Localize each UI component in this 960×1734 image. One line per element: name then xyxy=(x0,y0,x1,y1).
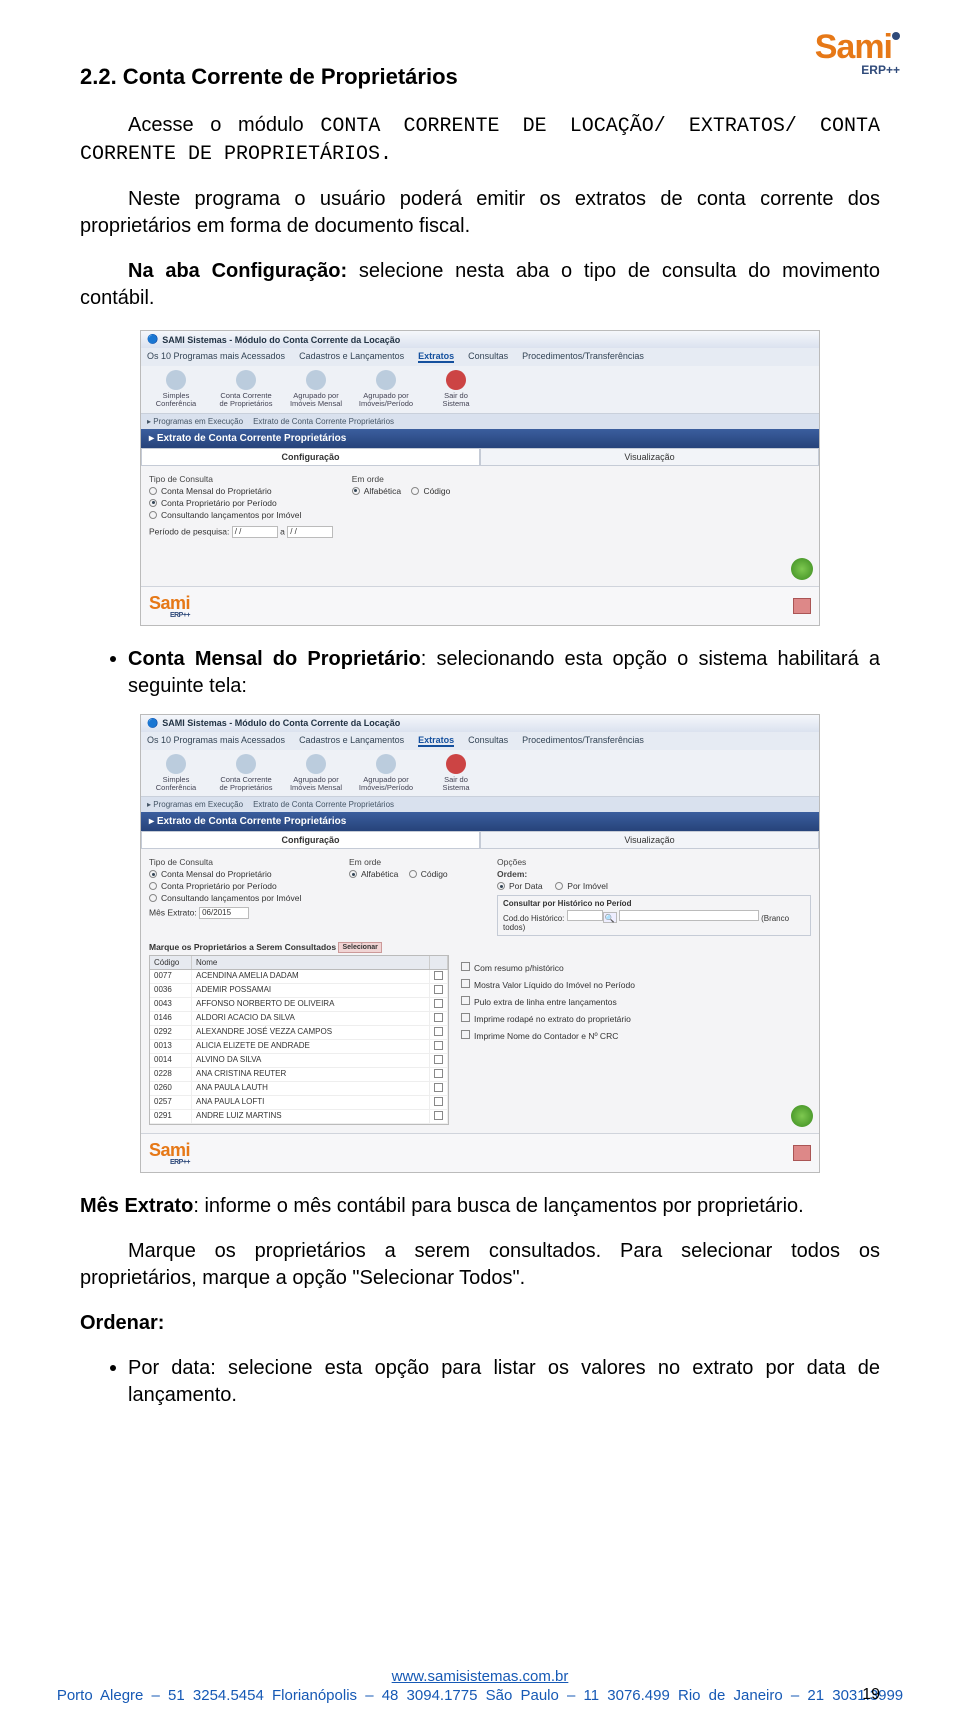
bullet-1: Conta Mensal do Proprietário: selecionan… xyxy=(110,646,880,700)
panel-title: ▸ Extrato de Conta Corrente Proprietário… xyxy=(141,429,819,448)
exec-tabs: ▸ Programas em Execução Extrato de Conta… xyxy=(141,414,819,429)
footer-link[interactable]: www.samisistemas.com.br xyxy=(392,1668,569,1685)
screenshot-2: 🔵SAMI Sistemas - Módulo do Conta Corrent… xyxy=(140,714,820,1174)
paragraph-3: Na aba Configuração: selecione nesta aba… xyxy=(80,258,880,312)
ordenar-label: Ordenar: xyxy=(80,1310,880,1337)
paragraph-intro: Acesse o módulo CONTA CORRENTE DE LOCAÇÃ… xyxy=(80,112,880,168)
menubar: Os 10 Programas mais Acessados Cadastros… xyxy=(141,348,819,366)
page-number: 19 xyxy=(862,1686,880,1704)
screenshot-1: 🔵SAMI Sistemas - Módulo do Conta Corrent… xyxy=(140,330,820,626)
toolbar: SimplesConferência Conta Correntede Prop… xyxy=(141,366,819,414)
brand-logo: Sami ERP++ xyxy=(815,28,900,77)
proceed-icon xyxy=(793,598,811,614)
bullet-2: Por data: selecione esta opção para list… xyxy=(110,1355,880,1409)
page-footer: www.samisistemas.com.br Porto Alegre – 5… xyxy=(0,1668,960,1704)
proprietarios-table: CódigoNome 0077ACENDINA AMELIA DADAM0036… xyxy=(149,955,449,1125)
marque-para: Marque os proprietários a serem consulta… xyxy=(80,1238,880,1292)
confirm-icon xyxy=(791,558,813,580)
paragraph-2: Neste programa o usuário poderá emitir o… xyxy=(80,186,880,240)
subtabs: Configuração Visualização xyxy=(141,448,819,466)
section-heading: 2.2. Conta Corrente de Proprietários xyxy=(80,64,880,90)
window-title: 🔵SAMI Sistemas - Módulo do Conta Corrent… xyxy=(141,331,819,348)
mes-extrato-para: Mês Extrato: informe o mês contábil para… xyxy=(80,1193,880,1220)
